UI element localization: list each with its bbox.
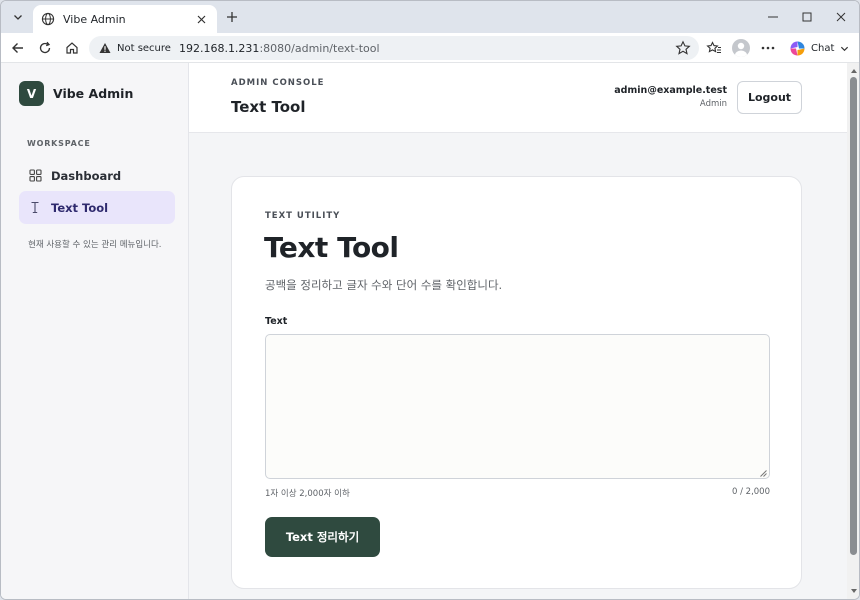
sidebar-item-dashboard[interactable]: Dashboard [19,159,175,192]
card-title: Text Tool [264,231,399,264]
sidebar: V Vibe Admin WORKSPACE Dashboard Text To… [1,63,189,599]
chevron-down-icon [14,15,22,20]
home-icon [66,42,78,54]
address-bar[interactable]: Not secure 192.168.1.231:8080/admin/text… [89,36,699,60]
brand-logo: V [19,81,44,106]
favorites-button[interactable] [704,38,724,58]
scroll-down-icon[interactable] [850,587,858,595]
page-title: Text Tool [231,98,306,116]
length-hint: 1자 이상 2,000자 이하 [265,489,350,499]
browser-tab[interactable]: Vibe Admin [33,5,217,33]
sidebar-item-text-tool[interactable]: Text Tool [19,191,175,224]
browser-toolbar: Not secure 192.168.1.231:8080/admin/text… [1,33,859,63]
maximize-icon [802,12,812,22]
page-scrollbar[interactable] [847,63,859,599]
reload-button[interactable] [34,37,56,59]
profile-avatar-icon [732,39,750,57]
plus-icon [227,12,237,22]
new-tab-button[interactable] [223,8,241,26]
chevron-down-icon [841,46,849,51]
copilot-chat-button[interactable]: Chat [785,37,855,59]
resize-handle-icon[interactable] [759,469,767,477]
scroll-up-icon[interactable] [850,67,858,75]
home-button[interactable] [61,37,83,59]
more-menu-button[interactable] [758,38,778,58]
character-count: 0 / 2,000 [731,487,770,497]
sidebar-item-label: Dashboard [51,168,122,183]
user-role: Admin [699,99,727,109]
favorites-icon [706,41,721,54]
sidebar-section-label: WORKSPACE [27,139,91,148]
header-eyebrow: ADMIN CONSOLE [231,78,325,88]
security-label[interactable]: Not secure [117,43,171,54]
back-button[interactable] [7,37,29,59]
tab-title: Vibe Admin [63,12,126,26]
url-text[interactable]: 192.168.1.231:8080/admin/text-tool [179,42,675,55]
text-field-label: Text [265,316,288,327]
close-tab-icon[interactable] [193,11,209,27]
more-icon [761,46,775,50]
arrow-left-icon [12,43,23,53]
page-header: ADMIN CONSOLE Text Tool admin@example.te… [189,63,847,133]
brand-name: Vibe Admin [53,86,134,101]
tab-strip: Vibe Admin [1,1,859,33]
brand[interactable]: V Vibe Admin [19,81,133,106]
sidebar-note: 현재 사용할 수 있는 관리 메뉴입니다. [28,240,162,250]
scrollbar-thumb[interactable] [850,77,857,555]
minimize-icon [768,16,778,18]
grid-icon [28,169,42,183]
page-viewport: V Vibe Admin WORKSPACE Dashboard Text To… [1,63,847,599]
browser-window: Vibe Admin Not secure 192.168.1.231:8080… [0,0,860,600]
text-cursor-icon [28,201,42,215]
globe-icon [41,12,55,26]
card-subtitle: 공백을 정리하고 글자 수와 단어 수를 확인합니다. [265,278,503,292]
submit-button[interactable]: Text 정리하기 [265,517,380,557]
tab-search-button[interactable] [7,7,29,27]
chat-label: Chat [811,42,835,54]
logout-button[interactable]: Logout [737,81,802,114]
copilot-icon [790,41,805,55]
star-icon[interactable] [675,40,691,56]
text-tool-card: TEXT UTILITY Text Tool 공백을 정리하고 글자 수와 단어… [231,176,802,589]
profile-button[interactable] [731,38,751,58]
url-host: 192.168.1.231 [178,41,260,55]
sidebar-item-label: Text Tool [51,200,109,215]
close-window-button[interactable] [821,1,859,33]
url-path: :8080/admin/text-tool [259,41,380,55]
warning-icon [99,42,111,54]
reload-icon [39,41,51,54]
close-icon [836,12,846,22]
user-info: admin@example.test Admin [614,85,727,109]
text-input[interactable] [265,334,770,479]
user-email: admin@example.test [614,85,727,96]
card-eyebrow: TEXT UTILITY [265,211,341,221]
